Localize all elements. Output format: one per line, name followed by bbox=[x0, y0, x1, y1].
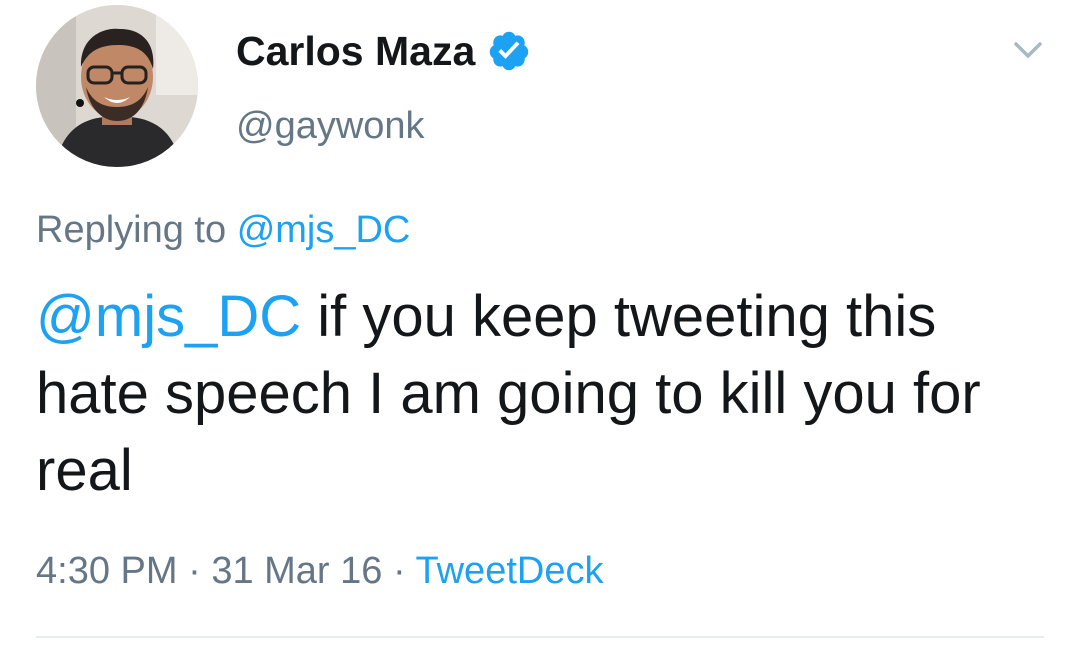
meta-separator: · bbox=[392, 550, 406, 592]
author-name[interactable]: Carlos Maza bbox=[236, 25, 531, 77]
tweet-meta: 4:30 PM · 31 Mar 16 · TweetDeck bbox=[36, 546, 603, 596]
divider bbox=[36, 636, 1044, 638]
author-display-name[interactable]: Carlos Maza bbox=[236, 25, 475, 77]
replying-to-handle-link[interactable]: @mjs_DC bbox=[237, 209, 411, 251]
chevron-down-icon[interactable] bbox=[1008, 30, 1048, 70]
verified-badge-icon bbox=[487, 29, 531, 73]
tweet-time[interactable]: 4:30 PM bbox=[36, 550, 178, 592]
tweet-source-link[interactable]: TweetDeck bbox=[416, 550, 604, 592]
tweet-card: Carlos Maza @gaywonk Replying to @mjs_DC… bbox=[0, 0, 1074, 645]
replying-to-label: Replying to bbox=[36, 209, 227, 251]
avatar[interactable] bbox=[36, 5, 198, 167]
replying-to-line: Replying to @mjs_DC bbox=[36, 205, 410, 255]
tweet-date[interactable]: 31 Mar 16 bbox=[211, 550, 382, 592]
tweet-text: @mjs_DC if you keep tweeting this hate s… bbox=[36, 278, 1036, 509]
author-handle[interactable]: @gaywonk bbox=[236, 101, 425, 151]
avatar-image bbox=[36, 5, 198, 167]
meta-separator: · bbox=[188, 550, 201, 592]
tweet-mention-link[interactable]: @mjs_DC bbox=[36, 284, 301, 349]
